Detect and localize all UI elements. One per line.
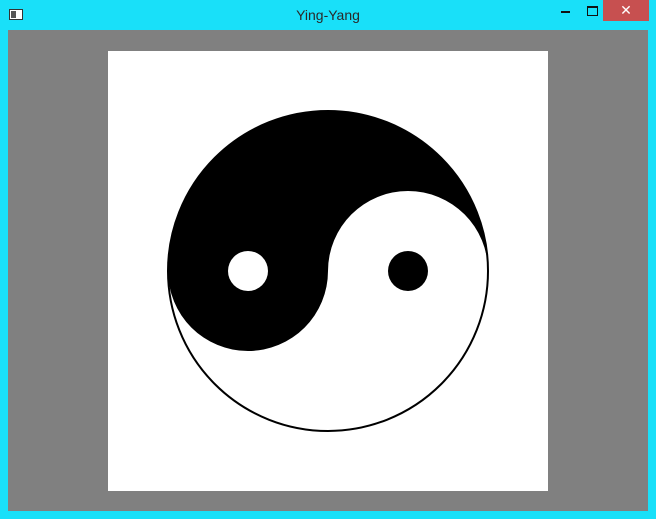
yang-dot: [228, 251, 268, 291]
drawing-canvas: [108, 51, 548, 491]
app-window: Ying-Yang ✕: [0, 0, 656, 519]
ying-yang-symbol: [167, 110, 489, 432]
maximize-button[interactable]: [578, 0, 606, 21]
client-area: [8, 30, 648, 511]
minimize-button[interactable]: [551, 0, 579, 21]
yin-dot: [388, 251, 428, 291]
close-icon: ✕: [620, 2, 632, 18]
title-bar[interactable]: Ying-Yang ✕: [0, 0, 656, 30]
close-button[interactable]: ✕: [603, 0, 649, 21]
maximize-icon: [586, 5, 598, 16]
minimize-icon: [560, 10, 570, 13]
